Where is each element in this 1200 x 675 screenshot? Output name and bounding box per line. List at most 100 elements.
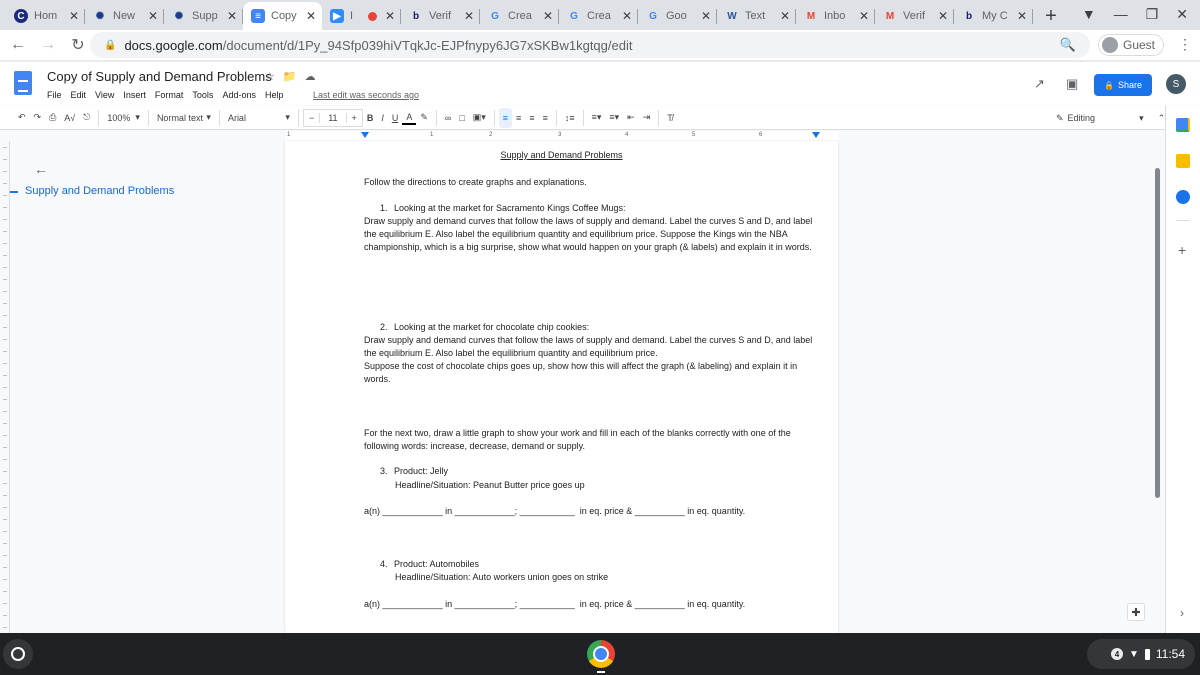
link-icon[interactable]: ∞ — [441, 108, 455, 128]
last-edit-link[interactable]: Last edit was seconds ago — [313, 90, 419, 100]
clear-formatting-icon[interactable]: T̸ — [663, 108, 677, 128]
zoom-select[interactable]: 100% ▾ — [103, 108, 144, 128]
numbered-list-icon[interactable]: ≡▾ — [588, 108, 606, 128]
tasks-icon[interactable] — [1176, 190, 1190, 204]
tab-search-icon[interactable]: ▼ — [1082, 6, 1096, 22]
menu-view[interactable]: View — [95, 90, 114, 100]
decrease-font-size-button[interactable]: − — [304, 113, 319, 123]
menu-tools[interactable]: Tools — [192, 90, 213, 100]
justify-icon[interactable]: ≡ — [539, 108, 552, 128]
vertical-ruler[interactable] — [0, 141, 10, 633]
new-tab-button[interactable]: + — [1037, 2, 1065, 30]
highlight-icon[interactable]: ✎ — [416, 108, 432, 128]
maximize-button[interactable]: ❐ — [1146, 6, 1159, 23]
close-tab-icon[interactable]: ✕ — [1017, 9, 1027, 23]
close-outline-icon[interactable]: ← — [34, 161, 48, 177]
close-tab-icon[interactable]: ✕ — [148, 9, 158, 23]
browser-tab[interactable]: C Hom ✕ — [6, 2, 85, 30]
italic-icon[interactable]: I — [377, 108, 388, 128]
activity-dashboard-icon[interactable]: ↗ — [1034, 76, 1045, 92]
url-input[interactable]: 🔒 docs.google.com /document/d/1Py_94Sfp0… — [90, 32, 1090, 58]
text-color-icon[interactable]: A — [402, 111, 417, 125]
comments-icon[interactable]: ▣ — [1066, 76, 1078, 92]
close-tab-icon[interactable]: ✕ — [227, 9, 237, 23]
launcher-button[interactable] — [3, 639, 33, 669]
align-left-icon[interactable]: ≡ — [498, 107, 513, 128]
keep-icon[interactable] — [1176, 154, 1190, 168]
horizontal-ruler[interactable]: 1 1 2 3 4 5 6 — [285, 131, 838, 141]
back-button[interactable]: ← — [6, 36, 30, 54]
increase-font-size-button[interactable]: + — [347, 113, 362, 123]
close-tab-icon[interactable]: ✕ — [859, 9, 869, 23]
vertical-scrollbar[interactable] — [1155, 168, 1160, 498]
forward-button[interactable]: → — [36, 36, 60, 54]
menu-file[interactable]: File — [47, 90, 62, 100]
browser-tab[interactable]: ✺ New ✕ — [85, 2, 164, 30]
browser-tab[interactable]: b My C ✕ — [954, 2, 1033, 30]
reload-button[interactable]: ↻ — [66, 35, 90, 55]
browser-tab[interactable]: M Inbo ✕ — [796, 2, 875, 30]
browser-tab[interactable]: W Text ✕ — [717, 2, 796, 30]
browser-tab[interactable]: M Verif ✕ — [875, 2, 954, 30]
style-select[interactable]: Normal text ▾ — [153, 108, 215, 128]
print-icon[interactable]: ⎙ — [45, 108, 60, 128]
browser-tab[interactable]: G Goo ✕ — [638, 2, 717, 30]
expand-panel-icon[interactable]: › — [1180, 606, 1184, 620]
menu-addons[interactable]: Add-ons — [222, 90, 256, 100]
add-addon-icon[interactable]: + — [1178, 242, 1186, 258]
explore-button[interactable]: ✚ — [1127, 603, 1145, 621]
font-select[interactable]: Arial ▾ — [224, 108, 294, 128]
zoom-indicator-icon[interactable]: 🔍 — [1060, 37, 1076, 53]
menu-help[interactable]: Help — [265, 90, 284, 100]
bulleted-list-icon[interactable]: ≡▾ — [605, 108, 623, 128]
close-tab-icon[interactable]: ✕ — [938, 9, 948, 23]
docs-logo-icon[interactable] — [14, 71, 32, 95]
close-tab-icon[interactable]: ✕ — [69, 9, 79, 23]
cloud-status-icon[interactable]: ☁ — [305, 70, 316, 83]
line-spacing-icon[interactable]: ↕≡ — [561, 108, 579, 128]
close-tab-icon[interactable]: ✕ — [622, 9, 632, 23]
document-page[interactable]: Supply and Demand Problems Follow the di… — [285, 141, 838, 633]
close-tab-icon[interactable]: ✕ — [543, 9, 553, 23]
undo-icon[interactable]: ↶ — [14, 108, 30, 128]
browser-tab[interactable]: ▶ I ✕ — [322, 2, 401, 30]
close-tab-icon[interactable]: ✕ — [385, 9, 395, 23]
account-avatar[interactable]: S — [1166, 74, 1186, 94]
profile-button[interactable]: Guest — [1098, 34, 1165, 56]
align-center-icon[interactable]: ≡ — [512, 108, 525, 128]
increase-indent-icon[interactable]: ⇥ — [639, 108, 655, 128]
document-title[interactable]: Copy of Supply and Demand Problems — [47, 69, 272, 84]
close-window-button[interactable]: ✕ — [1176, 6, 1188, 23]
paint-format-icon[interactable]: ⎋ — [79, 108, 94, 128]
minimize-button[interactable]: — — [1114, 6, 1128, 22]
outline-item-heading[interactable]: Supply and Demand Problems — [25, 185, 174, 197]
insert-image-icon[interactable]: ▣▾ — [469, 108, 490, 128]
calendar-icon[interactable] — [1176, 118, 1190, 132]
browser-tab[interactable]: G Crea ✕ — [559, 2, 638, 30]
right-indent-marker[interactable] — [812, 132, 820, 138]
editing-mode-select[interactable]: ✎ Editing ▾ ⌃ — [1056, 106, 1165, 130]
star-icon[interactable]: ☆ — [265, 70, 275, 83]
close-tab-icon[interactable]: ✕ — [701, 9, 711, 23]
browser-tab[interactable]: ✺ Supp ✕ — [164, 2, 243, 30]
move-folder-icon[interactable]: 📁 — [283, 70, 297, 83]
close-tab-icon[interactable]: ✕ — [464, 9, 474, 23]
status-tray[interactable]: 4 ▼ 11:54 — [1087, 639, 1195, 669]
browser-tab[interactable]: ≡ Copy ✕ — [243, 2, 322, 30]
menu-edit[interactable]: Edit — [71, 90, 87, 100]
browser-tab[interactable]: G Crea ✕ — [480, 2, 559, 30]
align-right-icon[interactable]: ≡ — [525, 108, 538, 128]
bold-icon[interactable]: B — [363, 108, 378, 128]
decrease-indent-icon[interactable]: ⇤ — [623, 108, 639, 128]
spellcheck-icon[interactable]: A√ — [60, 108, 79, 128]
share-button[interactable]: 🔒 Share — [1094, 74, 1152, 96]
menu-format[interactable]: Format — [155, 90, 184, 100]
browser-tab[interactable]: b Verif ✕ — [401, 2, 480, 30]
browser-menu-icon[interactable]: ⋮ — [1178, 36, 1192, 53]
close-tab-icon[interactable]: ✕ — [780, 9, 790, 23]
underline-icon[interactable]: U — [388, 108, 403, 128]
redo-icon[interactable]: ↷ — [30, 108, 46, 128]
menu-insert[interactable]: Insert — [123, 90, 146, 100]
left-indent-marker[interactable] — [361, 132, 369, 138]
chrome-app-icon[interactable] — [587, 640, 615, 668]
